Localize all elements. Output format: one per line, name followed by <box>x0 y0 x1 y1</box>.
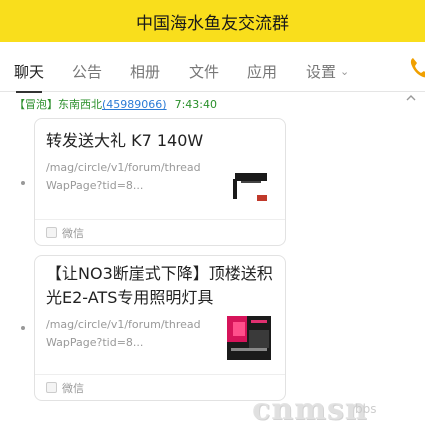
watermark-logo: cnmsn <box>252 392 368 427</box>
tab-apps[interactable]: 应用 <box>247 42 277 92</box>
wechat-icon <box>46 382 57 393</box>
message-time: 7:43:40 <box>174 98 217 111</box>
tab-album[interactable]: 相册 <box>130 42 160 92</box>
card-thumbnail <box>227 316 271 360</box>
message-header: 【冒泡】东南西北(45989066) 7:43:40 <box>14 96 217 112</box>
message-bullet <box>21 326 25 330</box>
window-titlebar: 中国海水鱼友交流群 <box>0 0 425 42</box>
wechat-icon <box>46 227 57 238</box>
tab-bar: 聊天 公告 相册 文件 应用 设置 ⌄ <box>0 42 425 93</box>
message-badge: 【冒泡】 <box>14 98 58 111</box>
share-card[interactable]: 【让NO3断崖式下降】顶楼送积光E2-ATS专用照明灯具 /mag/circle… <box>34 255 286 401</box>
card-url: /mag/circle/v1/forum/threadWapPage?tid=8… <box>46 161 201 192</box>
phone-icon[interactable] <box>409 56 425 80</box>
card-source: 微信 <box>62 226 84 240</box>
window-title: 中国海水鱼友交流群 <box>136 13 289 34</box>
tab-chat[interactable]: 聊天 <box>14 42 45 93</box>
card-source: 微信 <box>62 381 84 395</box>
card-title: 【让NO3断崖式下降】顶楼送积光E2-ATS专用照明灯具 <box>46 264 273 307</box>
tab-label: 聊天 <box>14 63 45 81</box>
tab-files[interactable]: 文件 <box>189 42 219 92</box>
card-url: /mag/circle/v1/forum/threadWapPage?tid=8… <box>46 318 201 349</box>
share-card[interactable]: 转发送大礼 K7 140W /mag/circle/v1/forum/threa… <box>34 118 286 246</box>
tab-announcements[interactable]: 公告 <box>72 42 102 92</box>
card-thumbnail <box>227 165 271 209</box>
watermark-sub: bbs <box>355 402 377 416</box>
card-title: 转发送大礼 K7 140W <box>46 131 204 150</box>
tab-label: 应用 <box>247 63 278 81</box>
tab-label: 相册 <box>130 63 161 81</box>
chevron-down-icon: ⌄ <box>340 65 350 78</box>
tab-label: 公告 <box>72 63 103 81</box>
message-bullet <box>21 181 25 185</box>
sender-uid-link[interactable]: (45989066) <box>102 98 167 111</box>
tab-label: 设置 <box>306 63 337 81</box>
tab-settings[interactable]: 设置 ⌄ <box>306 42 349 92</box>
card-footer: 微信 <box>35 219 285 245</box>
tab-label: 文件 <box>189 63 220 81</box>
sender-name: 东南西北 <box>58 98 102 111</box>
scroll-up-icon[interactable] <box>405 93 417 103</box>
card-footer: 微信 <box>35 374 285 400</box>
